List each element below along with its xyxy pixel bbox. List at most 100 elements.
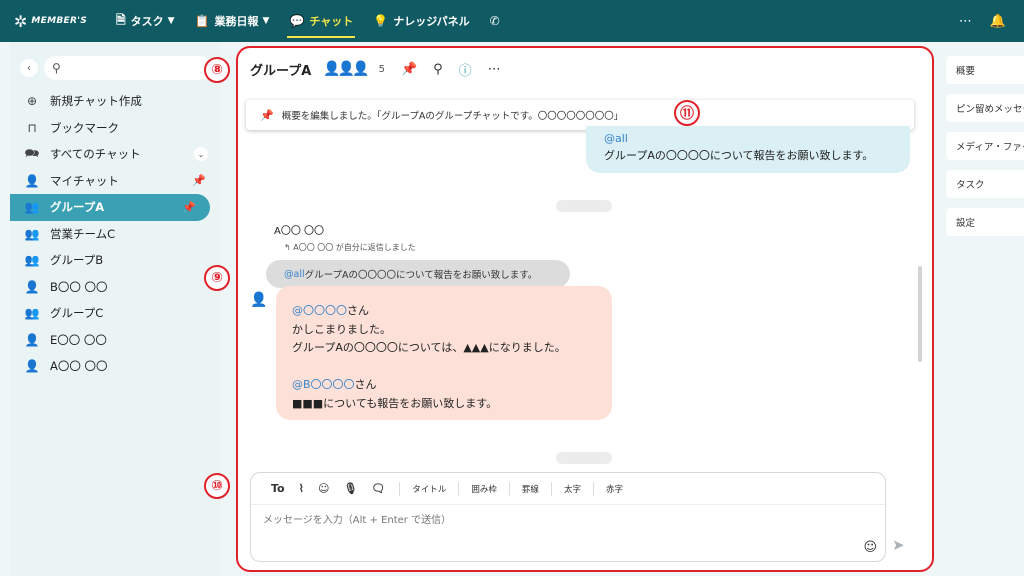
- sidebar-item-group-c[interactable]: 👥 グループC: [10, 300, 220, 327]
- toolbar-divider: [592, 481, 594, 496]
- sidebar-item-user-e[interactable]: 👤 E〇〇 〇〇: [10, 327, 220, 354]
- sidebar-item-label: A〇〇 〇〇: [50, 359, 108, 374]
- more-icon[interactable]: ⋯: [488, 62, 501, 77]
- toolbar-divider: [550, 481, 552, 496]
- person-icon: 👤: [24, 332, 40, 347]
- sidebar-item-label: E〇〇 〇〇: [50, 332, 107, 347]
- microphone-icon[interactable]: 🎙: [343, 482, 357, 495]
- toolbar-divider: [508, 481, 510, 496]
- format-red-button[interactable]: 赤字: [606, 483, 623, 495]
- nav-chat-label: チャット: [309, 15, 354, 28]
- nav-phone[interactable]: ✆: [480, 0, 515, 42]
- reply-note: ↰ A〇〇 〇〇 が自分に返信しました: [284, 242, 416, 253]
- chat-header: グループA 👤👤👤 5 📌 ⚲ ⓘ ⋯: [238, 48, 932, 90]
- sidebar-search-row: ‹ ⚲: [20, 56, 220, 80]
- sidebar-item-new-chat[interactable]: ⊕ 新規チャット作成: [10, 88, 220, 115]
- mention[interactable]: @all: [604, 132, 628, 145]
- nav-daily-report-label: 業務日報: [214, 15, 259, 28]
- chevron-down-icon: ▼: [167, 16, 175, 26]
- sidebar-item-user-b[interactable]: 👤 B〇〇 〇〇: [10, 274, 220, 301]
- sidebar-search-input[interactable]: [66, 62, 197, 74]
- pin-icon[interactable]: 📌: [401, 62, 417, 77]
- nav-knowledge-panel[interactable]: 💡 ナレッジパネル: [363, 0, 479, 42]
- expand-chevron-icon[interactable]: ⌄: [194, 147, 208, 162]
- nav-knowledge-panel-label: ナレッジパネル: [393, 15, 470, 28]
- chat-sidebar: ‹ ⚲ ⊕ 新規チャット作成 ⊓ ブックマーク 🗪 すべてのチャット ⌄ 👤 マ…: [10, 42, 220, 576]
- sidebar-item-all-chats[interactable]: 🗪 すべてのチャット ⌄: [10, 141, 220, 168]
- collapse-sidebar-button[interactable]: ‹: [20, 59, 38, 77]
- more-icon[interactable]: ⋯: [959, 14, 972, 29]
- reply-arrow-icon: ↰: [284, 243, 291, 252]
- chat-icon: 💬: [289, 14, 305, 28]
- toolbar-divider: [458, 481, 460, 496]
- logo-text: MEMBER'S: [31, 16, 88, 26]
- callout-9: ⑨: [204, 265, 230, 291]
- emoji-icon[interactable]: ☺: [318, 482, 329, 495]
- mention[interactable]: @B〇〇〇〇: [292, 378, 355, 391]
- sidebar-item-group-b[interactable]: 👥 グループB: [10, 247, 220, 274]
- tab-overview[interactable]: 概要: [946, 56, 1024, 84]
- callout-11: ⑪: [674, 100, 700, 126]
- sidebar-search[interactable]: ⚲: [44, 56, 212, 80]
- app-logo[interactable]: ✲ MEMBER'S: [14, 12, 94, 31]
- document-icon: 🗎: [116, 12, 126, 27]
- search-icon: ⚲: [52, 61, 61, 75]
- bell-icon[interactable]: 🔔: [990, 14, 1006, 29]
- sidebar-item-my-chat[interactable]: 👤 マイチャット 📌: [10, 168, 220, 195]
- received-message-bubble[interactable]: @〇〇〇〇さん かしこまりました。 グループAの〇〇〇〇については、▲▲▲になり…: [276, 286, 612, 420]
- attachment-icon[interactable]: ⌇: [299, 482, 304, 495]
- my-message-bubble[interactable]: @all グループAの〇〇〇〇について報告をお願い致します。: [586, 126, 910, 173]
- quoted-message[interactable]: @all グループAの〇〇〇〇について報告をお願い致します。: [266, 260, 570, 288]
- nav-task-label: タスク: [130, 15, 164, 28]
- to-button[interactable]: To: [271, 482, 285, 495]
- person-icon: 👤: [24, 173, 40, 188]
- pin-icon[interactable]: 📌: [192, 174, 206, 187]
- format-title-button[interactable]: タイトル: [412, 483, 446, 495]
- sidebar-item-label: 新規チャット作成: [50, 94, 142, 109]
- group-icon: 👥: [24, 226, 40, 241]
- member-avatars-icon[interactable]: 👤👤👤: [323, 61, 369, 77]
- right-panel: 概要 ピン留めメッセージ メディア・ファイル タスク 設定: [946, 42, 1024, 576]
- nav-task[interactable]: 🗎 タスク ▼: [106, 0, 185, 42]
- phone-icon: ✆: [489, 14, 500, 28]
- sidebar-item-label: グループC: [50, 306, 104, 321]
- group-icon: 👥: [24, 306, 40, 321]
- message-composer: To ⌇ ☺ 🎙 🗨 タイトル 囲み枠 罫線 太字 赤字 ☺: [250, 472, 886, 562]
- toolbar-divider: [399, 481, 401, 496]
- chat-main-panel: グループA 👤👤👤 5 📌 ⚲ ⓘ ⋯ 📌 概要を編集しました。「グループAのグ…: [236, 46, 934, 572]
- sidebar-item-label: すべてのチャット: [50, 147, 141, 162]
- comment-icon[interactable]: 🗨: [371, 482, 385, 495]
- sidebar-item-group-a[interactable]: 👥 グループA 📌: [10, 194, 210, 221]
- info-icon[interactable]: ⓘ: [459, 60, 472, 79]
- tab-pinned-messages[interactable]: ピン留めメッセージ: [946, 94, 1024, 122]
- composer-toolbar: To ⌇ ☺ 🎙 🗨 タイトル 囲み枠 罫線 太字 赤字: [251, 473, 885, 505]
- pin-icon[interactable]: 📌: [182, 201, 196, 214]
- format-box-button[interactable]: 囲み枠: [471, 483, 497, 495]
- emoji-icon[interactable]: ☺: [863, 540, 877, 555]
- main-nav: 🗎 タスク ▼ 📋 業務日報 ▼ 💬 チャット 💡 ナレッジパネル ✆: [106, 0, 515, 42]
- send-icon[interactable]: ➤: [892, 536, 905, 554]
- nav-chat[interactable]: 💬 チャット: [279, 0, 363, 42]
- lightbulb-icon: 💡: [373, 14, 389, 28]
- sidebar-item-bookmark[interactable]: ⊓ ブックマーク: [10, 115, 220, 142]
- mention: @all: [284, 268, 305, 280]
- tab-tasks[interactable]: タスク: [946, 170, 1024, 198]
- person-icon: 👤: [24, 279, 40, 294]
- sidebar-item-label: グループB: [50, 253, 104, 268]
- chat-scrollbar[interactable]: [918, 266, 922, 362]
- message-line: @B〇〇〇〇さん: [292, 378, 377, 391]
- nav-daily-report[interactable]: 📋 業務日報 ▼: [185, 0, 280, 42]
- search-icon[interactable]: ⚲: [433, 62, 443, 77]
- sidebar-item-sales-team-c[interactable]: 👥 営業チームC: [10, 221, 220, 248]
- sender-avatar-icon[interactable]: 👤: [250, 292, 267, 308]
- message-text: グループAの〇〇〇〇について報告をお願い致します。: [604, 149, 874, 162]
- sidebar-item-user-a[interactable]: 👤 A〇〇 〇〇: [10, 353, 220, 380]
- message-input[interactable]: [263, 511, 863, 535]
- format-rule-button[interactable]: 罫線: [522, 483, 539, 495]
- tab-media-files[interactable]: メディア・ファイル: [946, 132, 1024, 160]
- format-bold-button[interactable]: 太字: [564, 483, 581, 495]
- mention[interactable]: @〇〇〇〇: [292, 304, 347, 317]
- tab-settings[interactable]: 設定: [946, 208, 1024, 236]
- sidebar-item-label: グループA: [50, 200, 105, 215]
- message-sender: A〇〇 〇〇: [274, 226, 325, 237]
